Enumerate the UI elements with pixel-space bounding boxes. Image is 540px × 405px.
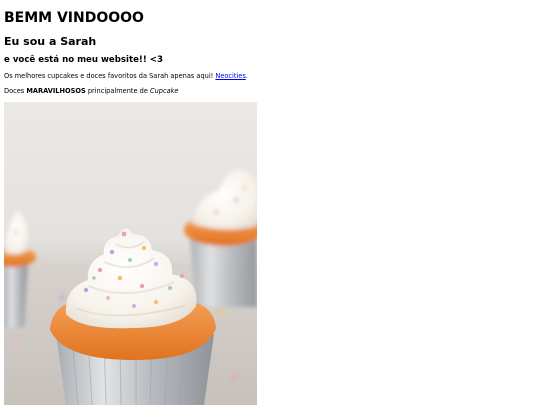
sweets-italic: Cupcake: [149, 87, 179, 95]
cupcake-photo: [4, 102, 257, 405]
intro-paragraph: Os melhores cupcakes e doces favoritos d…: [4, 72, 248, 81]
cupcake-image: [4, 102, 257, 405]
sweets-middle: principalmente de: [85, 87, 150, 95]
sweets-prefix: Doces: [4, 87, 27, 95]
intro-text-end: .: [245, 72, 248, 80]
sweets-bold: MARAVILHOSOS: [26, 87, 86, 95]
page-title: BEMM VINDOOOO: [4, 10, 144, 26]
sweets-paragraph: Doces MARAVILHOSOS principalmente de Cup…: [4, 87, 179, 96]
page-subtitle: Eu sou a Sarah: [4, 35, 97, 48]
intro-text: Os melhores cupcakes e doces favoritos d…: [4, 72, 216, 80]
neocities-link[interactable]: Neocities: [215, 72, 245, 80]
page-tagline: e você está no meu website!! <3: [4, 55, 163, 65]
